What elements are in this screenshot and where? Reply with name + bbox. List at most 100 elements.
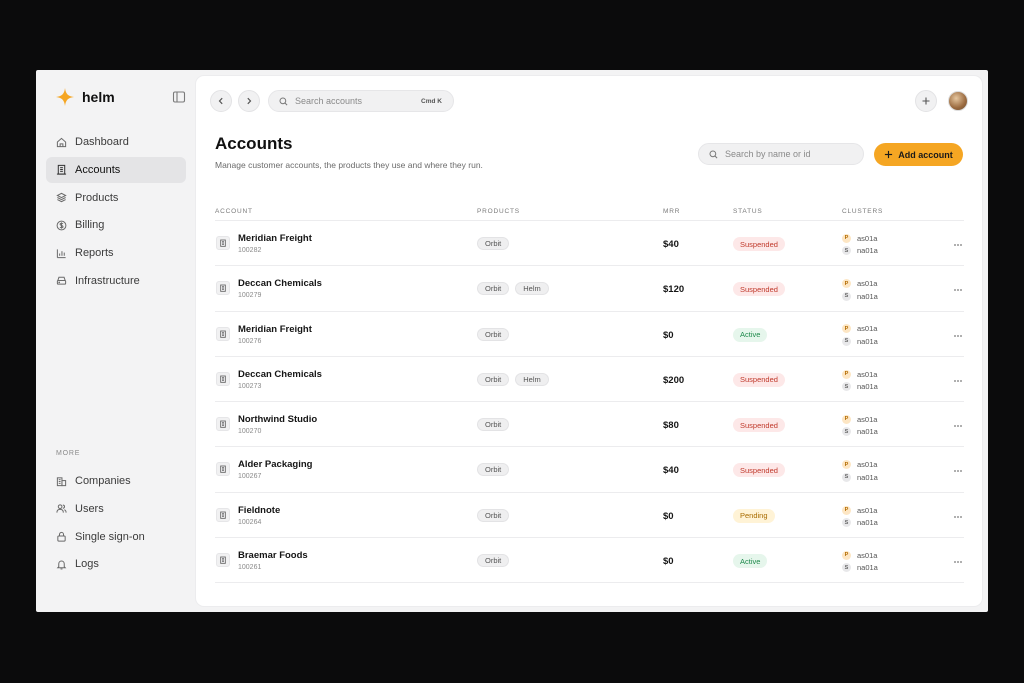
table-row[interactable]: Meridian Freight 100282 Orbit $40 Suspen… <box>215 221 964 267</box>
table-row[interactable]: Fieldnote 100264 Orbit $0 Pending Pas01a… <box>215 493 964 539</box>
account-filter-input[interactable] <box>725 149 855 159</box>
account-mrr: $0 <box>663 510 674 522</box>
row-more-button[interactable] <box>953 465 963 475</box>
sidebar-item-accounts[interactable]: Accounts <box>46 156 186 183</box>
account-id: 100267 <box>238 473 262 481</box>
account-icon <box>216 462 230 477</box>
cluster-item: Sna01a <box>842 245 878 258</box>
cluster-name: na01a <box>857 291 878 301</box>
cluster-role-badge: S <box>842 291 851 301</box>
global-search[interactable]: Cmd K <box>268 90 454 112</box>
account-filter[interactable] <box>698 143 864 165</box>
more-horizontal-icon <box>954 561 962 563</box>
cluster-role-badge: P <box>842 369 851 379</box>
account-name[interactable]: Alder Packaging <box>238 459 312 470</box>
sidebar-item-reports[interactable]: Reports <box>46 240 186 266</box>
search-icon <box>709 149 718 158</box>
row-more-button[interactable] <box>953 511 963 521</box>
col-mrr[interactable]: MRR <box>663 208 680 215</box>
col-status[interactable]: STATUS <box>733 208 762 215</box>
more-nav: Companies Users Single sign-on Logs <box>46 468 186 579</box>
product-chip: Helm <box>515 282 549 296</box>
col-products[interactable]: PRODUCTS <box>477 208 520 215</box>
row-more-button[interactable] <box>953 375 963 385</box>
account-icon <box>216 507 230 522</box>
cluster-role-badge: P <box>842 324 851 334</box>
add-account-button[interactable]: Add account <box>874 143 963 166</box>
sidebar-collapse-icon[interactable] <box>172 90 186 104</box>
cluster-name: as01a <box>857 505 878 515</box>
account-mrr: $120 <box>663 284 685 296</box>
forward-button[interactable] <box>238 90 260 112</box>
account-icon <box>216 326 230 341</box>
table-row[interactable]: Northwind Studio 100270 Orbit $80 Suspen… <box>215 402 964 448</box>
sidebar-item-billing[interactable]: Billing <box>46 212 186 238</box>
col-account[interactable]: ACCOUNT <box>215 208 253 215</box>
product-chips: Orbit <box>477 463 510 477</box>
server-icon <box>56 277 67 286</box>
table-row[interactable]: Alder Packaging 100267 Orbit $40 Suspend… <box>215 447 964 493</box>
cluster-name: na01a <box>857 382 878 392</box>
sidebar-item-label: Dashboard <box>75 136 129 148</box>
table-header: ACCOUNT PRODUCTS MRR STATUS CLUSTERS <box>215 206 964 221</box>
sidebar-item-label: Billing <box>75 219 105 232</box>
plus-icon <box>885 150 893 159</box>
account-name[interactable]: Braemar Foods <box>238 550 308 561</box>
home-icon <box>56 137 67 147</box>
sidebar-item-companies[interactable]: Companies <box>46 468 186 494</box>
sidebar-item-logs[interactable]: Logs <box>46 551 186 577</box>
account-mrr: $0 <box>663 329 674 341</box>
cluster-name: na01a <box>857 336 878 346</box>
cluster-name: as01a <box>857 279 878 289</box>
user-avatar[interactable] <box>948 91 968 111</box>
row-more-button[interactable] <box>953 239 963 249</box>
row-more-button[interactable] <box>953 420 963 430</box>
sidebar-item-label: Single sign-on <box>75 530 145 543</box>
cluster-item: Sna01a <box>842 562 878 575</box>
brand[interactable]: helm <box>56 88 115 106</box>
cluster-list: Pas01a Sna01a <box>842 504 878 529</box>
chevron-left-icon <box>218 97 223 105</box>
cluster-item: Pas01a <box>842 504 878 517</box>
cluster-name: as01a <box>857 460 878 470</box>
spark-logo-icon <box>56 88 74 106</box>
table-row[interactable]: Braemar Foods 100261 Orbit $0 Active Pas… <box>215 538 964 584</box>
product-chip: Orbit <box>477 372 510 386</box>
product-chip: Orbit <box>477 463 510 477</box>
sidebar-item-users[interactable]: Users <box>46 496 186 522</box>
sidebar-item-single-sign-on[interactable]: Single sign-on <box>46 524 186 550</box>
account-name[interactable]: Northwind Studio <box>238 414 317 425</box>
create-button[interactable] <box>915 90 937 112</box>
companies-icon <box>56 476 67 486</box>
account-name[interactable]: Meridian Freight <box>238 233 312 244</box>
status-badge: Suspended <box>733 463 785 478</box>
sidebar-item-dashboard[interactable]: Dashboard <box>46 129 186 155</box>
row-more-button[interactable] <box>953 284 963 294</box>
account-name[interactable]: Deccan Chemicals <box>238 278 322 289</box>
dollar-circle-icon <box>56 220 67 231</box>
sidebar-item-label: Products <box>75 191 119 204</box>
col-clusters[interactable]: CLUSTERS <box>842 208 883 215</box>
back-button[interactable] <box>210 90 232 112</box>
account-name[interactable]: Meridian Freight <box>238 324 312 335</box>
table-row[interactable]: Meridian Freight 100276 Orbit $0 Active … <box>215 312 964 357</box>
row-more-button[interactable] <box>953 330 963 340</box>
building-icon <box>220 420 226 428</box>
row-more-button[interactable] <box>953 556 963 566</box>
cluster-role-badge: S <box>842 336 851 346</box>
sidebar-item-infrastructure[interactable]: Infrastructure <box>46 268 186 294</box>
global-search-input[interactable] <box>295 96 405 106</box>
table-row[interactable]: Deccan Chemicals 100273 Orbit Helm $200 S… <box>215 357 964 403</box>
cluster-name: na01a <box>857 563 878 573</box>
account-name[interactable]: Fieldnote <box>238 505 280 516</box>
cluster-name: na01a <box>857 246 878 256</box>
cluster-item: Pas01a <box>842 232 878 245</box>
sidebar-item-products[interactable]: Products <box>46 185 186 211</box>
table-row[interactable]: Deccan Chemicals 100279 Orbit Helm $120 S… <box>215 266 964 312</box>
account-mrr: $40 <box>663 465 679 477</box>
account-name[interactable]: Deccan Chemicals <box>238 369 322 380</box>
account-id: 100282 <box>238 247 262 254</box>
cluster-item: Pas01a <box>842 458 878 471</box>
cluster-item: Sna01a <box>842 290 878 303</box>
cluster-list: Pas01a Sna01a <box>842 458 878 483</box>
